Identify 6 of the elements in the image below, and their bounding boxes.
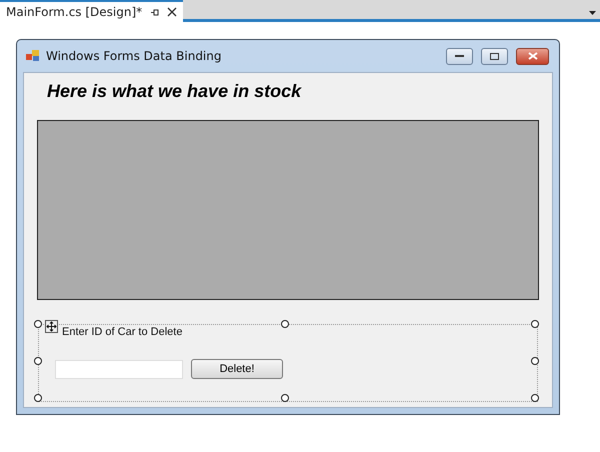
group-label: Enter ID of Car to Delete <box>62 326 182 338</box>
document-tab[interactable]: MainForm.cs [Design]* <box>0 0 184 22</box>
group-box[interactable]: Enter ID of Car to Delete Delete! <box>34 320 542 406</box>
window-title: Windows Forms Data Binding <box>46 49 222 63</box>
heading-label: Here is what we have in stock <box>47 81 303 103</box>
delete-button[interactable]: Delete! <box>191 359 283 379</box>
